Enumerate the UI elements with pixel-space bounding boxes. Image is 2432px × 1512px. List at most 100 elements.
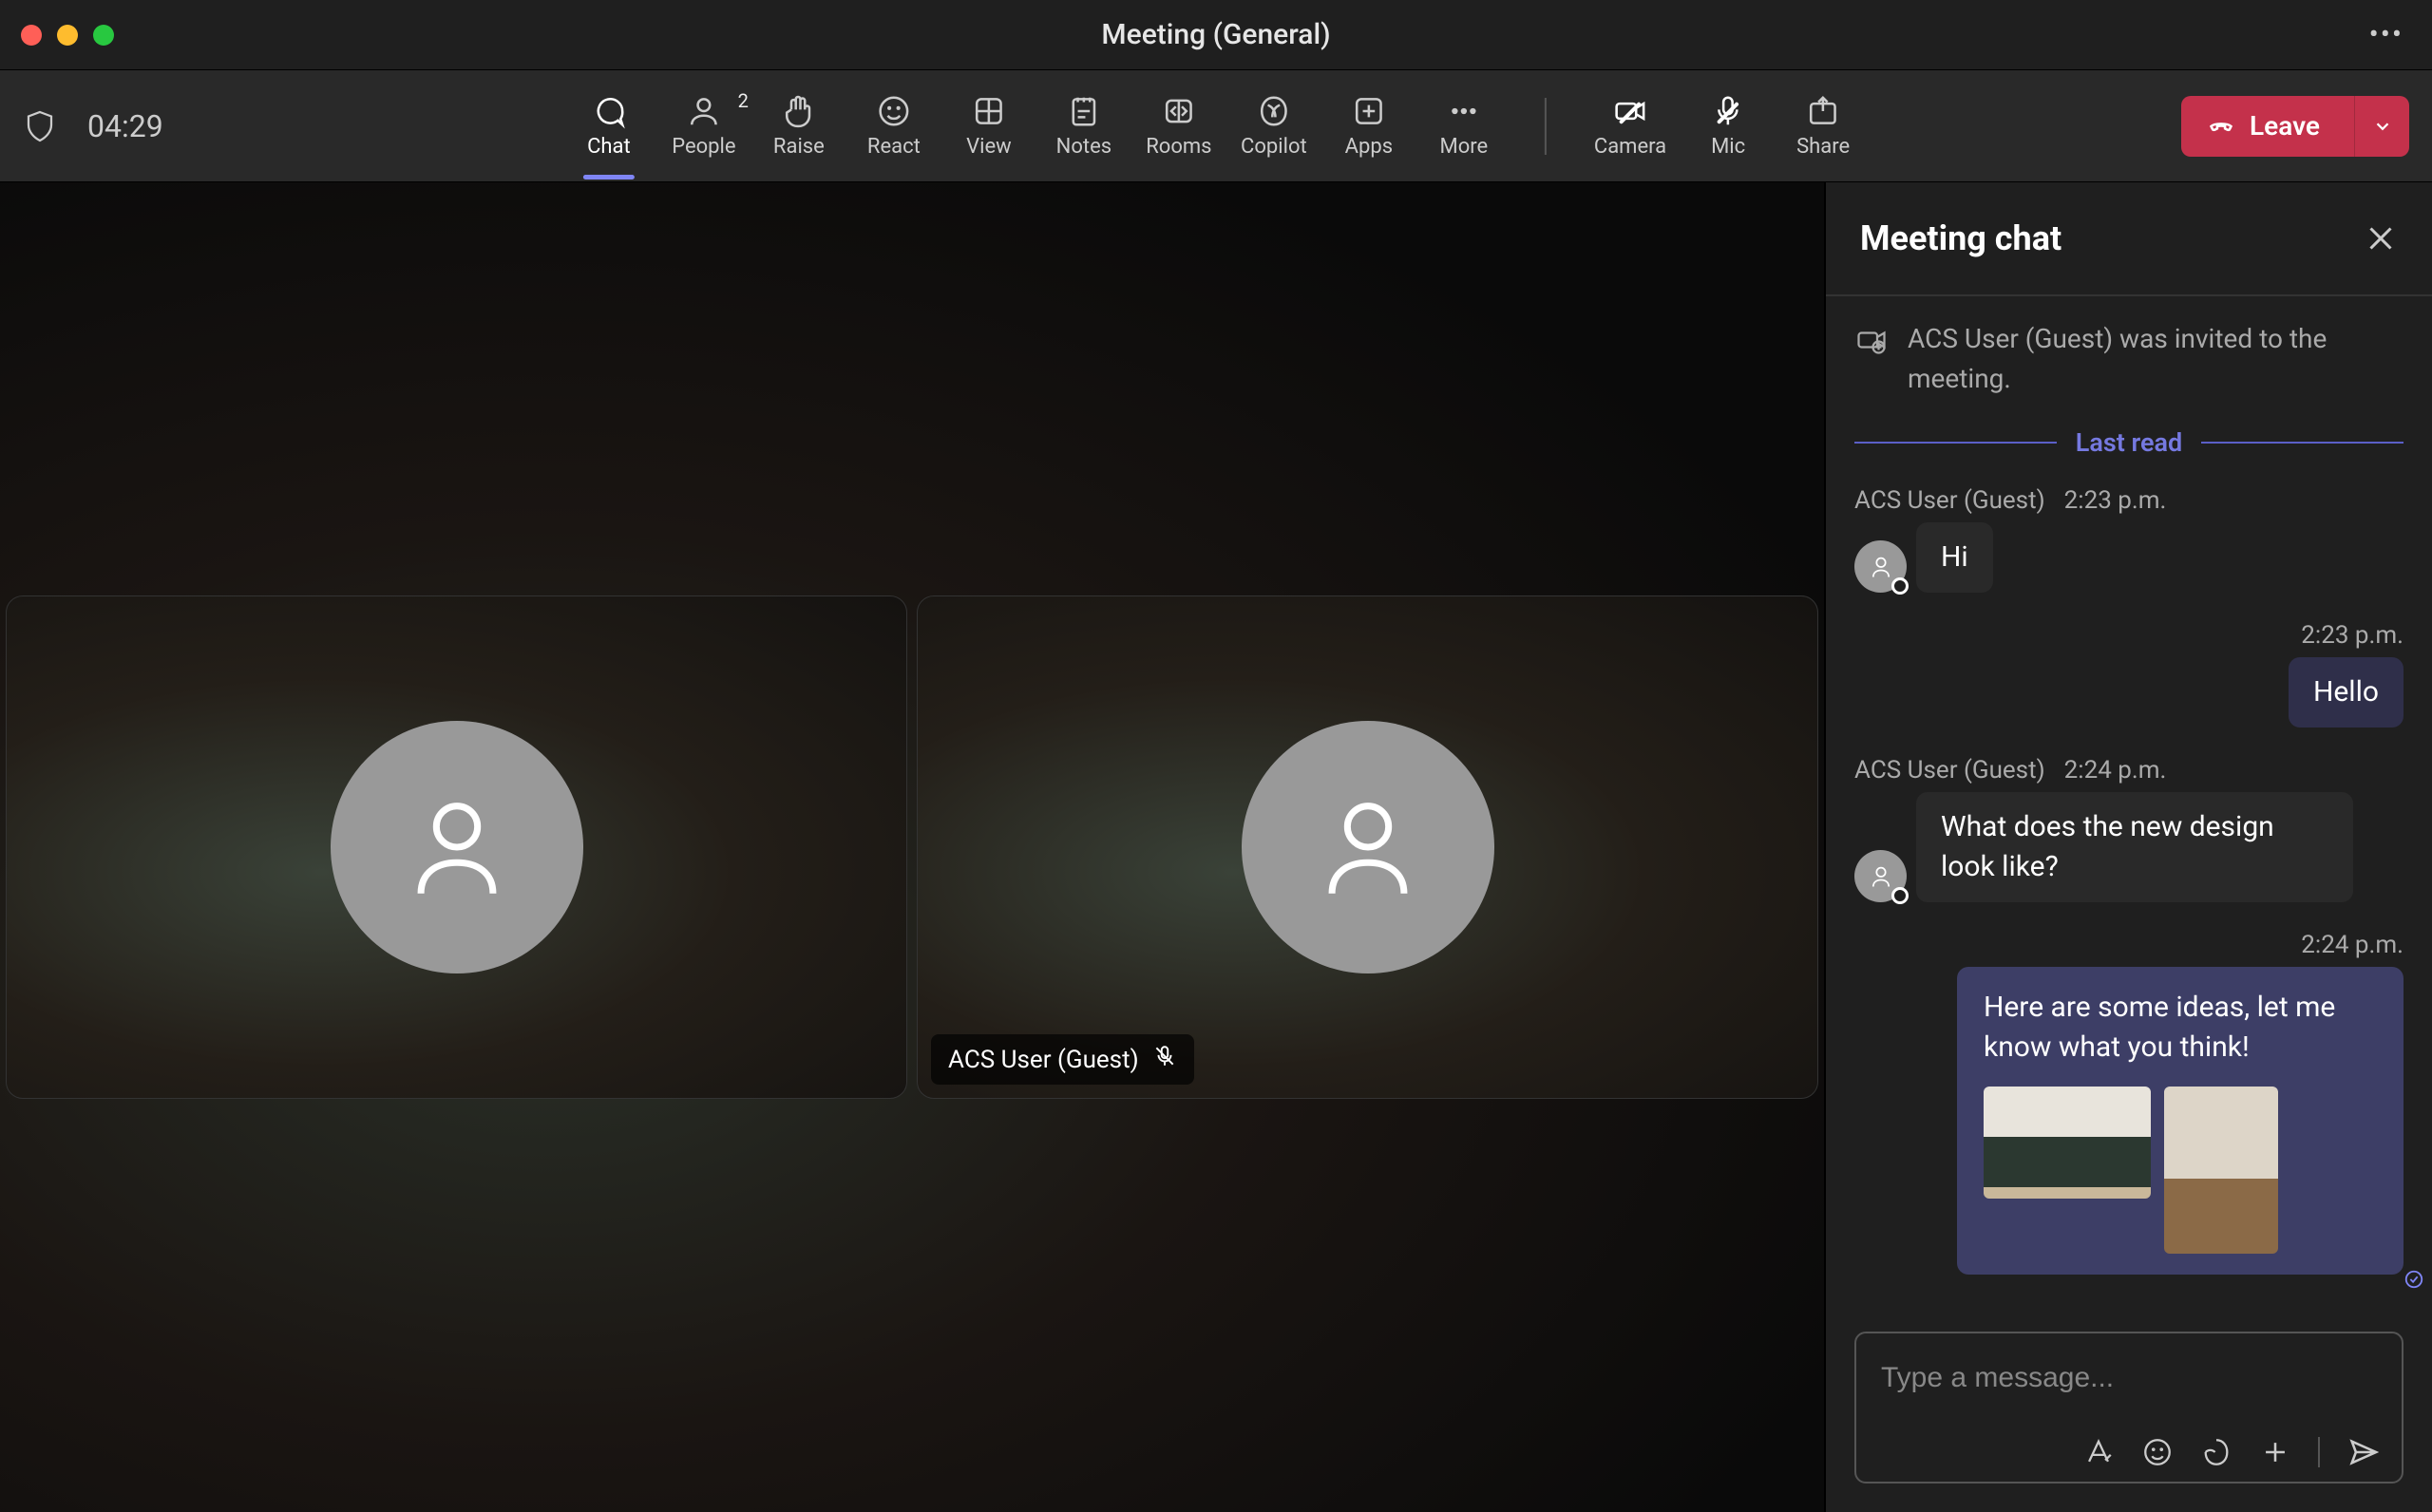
meeting-toolbar: 04:29 Chat 2 People Raise React View Not… [0, 70, 2432, 182]
copilot-icon [1256, 93, 1292, 129]
chat-panel: Meeting chat ACS User (Guest) was invite… [1824, 182, 2432, 1512]
message-bubble-with-attachments: Here are some ideas, let me know what yo… [1957, 967, 2404, 1275]
main-area: ACS User (Guest) Meeting chat ACS User (… [0, 182, 2432, 1512]
loop-button[interactable] [2200, 1436, 2232, 1468]
person-icon [395, 785, 519, 909]
camera-button[interactable]: Camera [1594, 93, 1666, 159]
rooms-button[interactable]: Rooms [1146, 93, 1212, 159]
shield-icon[interactable] [23, 109, 57, 143]
emoji-button[interactable] [2141, 1436, 2174, 1468]
chat-button[interactable]: Chat [576, 93, 642, 159]
minimize-window-button[interactable] [57, 25, 78, 46]
view-label: View [966, 135, 1012, 159]
last-read-label: Last read [2076, 427, 2182, 458]
person-icon [1868, 863, 1894, 890]
invite-icon [1854, 323, 1889, 357]
plus-box-icon [1351, 93, 1387, 129]
mic-off-icon [1710, 93, 1746, 129]
close-chat-button[interactable] [2364, 221, 2398, 255]
close-icon [2364, 221, 2398, 255]
chat-message[interactable]: Hello [1854, 657, 2404, 728]
msg-sender: ACS User (Guest) [1854, 756, 2045, 784]
fullscreen-window-button[interactable] [93, 25, 114, 46]
react-button[interactable]: React [861, 93, 927, 159]
video-tile-guest[interactable]: ACS User (Guest) [917, 595, 1818, 1099]
mic-button[interactable]: Mic [1695, 93, 1761, 159]
msg-sender: ACS User (Guest) [1854, 486, 2045, 515]
chat-message[interactable]: What does the new design look like? [1854, 792, 2404, 902]
person-icon [1306, 785, 1430, 909]
share-button[interactable]: Share [1790, 93, 1856, 159]
compose-area [1826, 1332, 2432, 1512]
leave-label: Leave [2250, 110, 2320, 142]
rooms-icon [1161, 93, 1197, 129]
avatar-placeholder [1242, 721, 1494, 973]
system-message-text: ACS User (Guest) was invited to the meet… [1908, 319, 2404, 399]
people-button[interactable]: 2 People [671, 93, 737, 159]
separator [2318, 1437, 2320, 1467]
attachment-image[interactable] [1984, 1087, 2151, 1199]
apps-label: Apps [1345, 135, 1393, 159]
apps-button[interactable]: Apps [1336, 93, 1402, 159]
presence-indicator [1891, 577, 1909, 595]
grid-icon [971, 93, 1007, 129]
react-label: React [867, 135, 921, 159]
add-button[interactable] [2259, 1436, 2291, 1468]
titlebar-more-icon[interactable]: ••• [2369, 18, 2404, 51]
chat-icon [591, 93, 627, 129]
system-message: ACS User (Guest) was invited to the meet… [1854, 319, 2404, 399]
avatar-placeholder [331, 721, 583, 973]
send-button[interactable] [2346, 1436, 2379, 1468]
avatar [1854, 540, 1907, 593]
chat-message[interactable]: Hi [1854, 522, 2404, 593]
msg-time: 2:24 p.m. [2301, 931, 2404, 959]
chat-message[interactable]: Here are some ideas, let me know what yo… [1854, 967, 2404, 1275]
notes-button[interactable]: Notes [1051, 93, 1117, 159]
msg-header: ACS User (Guest) 2:23 p.m. [1854, 486, 2404, 515]
people-label: People [672, 135, 735, 159]
compose-toolbar [1856, 1423, 2402, 1482]
attachment-image[interactable] [2164, 1087, 2278, 1254]
format-button[interactable] [2082, 1436, 2115, 1468]
close-window-button[interactable] [21, 25, 42, 46]
tile-name-label: ACS User (Guest) [931, 1034, 1194, 1085]
camera-label: Camera [1594, 135, 1666, 159]
leave-options-button[interactable] [2354, 96, 2409, 157]
message-bubble: Hi [1916, 522, 1993, 593]
rooms-label: Rooms [1146, 135, 1211, 159]
video-tile-self[interactable] [6, 595, 907, 1099]
people-icon [686, 93, 722, 129]
share-label: Share [1796, 135, 1850, 159]
presence-indicator [1891, 887, 1909, 904]
person-icon [1868, 554, 1894, 580]
message-bubble: What does the new design look like? [1916, 792, 2353, 902]
smile-icon [876, 93, 912, 129]
tile-mic-off-icon [1152, 1044, 1177, 1075]
leave-button[interactable]: Leave [2181, 96, 2354, 157]
meeting-timer: 04:29 [87, 108, 163, 144]
msg-header: 2:24 p.m. [1854, 931, 2404, 959]
avatar [1854, 850, 1907, 902]
message-text: Here are some ideas, let me know what yo… [1984, 988, 2377, 1068]
more-label: More [1440, 135, 1489, 159]
titlebar: Meeting (General) ••• [0, 0, 2432, 70]
people-count: 2 [738, 89, 749, 112]
raise-label: Raise [773, 135, 825, 159]
msg-time: 2:24 p.m. [2064, 756, 2167, 784]
chat-body[interactable]: ACS User (Guest) was invited to the meet… [1826, 296, 2432, 1332]
view-button[interactable]: View [956, 93, 1022, 159]
copilot-button[interactable]: Copilot [1241, 93, 1307, 159]
msg-header: 2:23 p.m. [1854, 621, 2404, 650]
message-bubble: Hello [2289, 657, 2404, 728]
msg-header: ACS User (Guest) 2:24 p.m. [1854, 756, 2404, 784]
video-area: ACS User (Guest) [0, 182, 1824, 1512]
tile-guest-name: ACS User (Guest) [948, 1046, 1139, 1074]
notes-label: Notes [1056, 135, 1112, 159]
phone-down-icon [2208, 113, 2234, 140]
message-input[interactable] [1856, 1333, 2402, 1423]
ellipsis-icon [1446, 93, 1482, 129]
chat-header: Meeting chat [1826, 182, 2432, 296]
chevron-down-icon [2372, 116, 2393, 137]
raise-button[interactable]: Raise [766, 93, 832, 159]
more-button[interactable]: More [1431, 93, 1497, 159]
